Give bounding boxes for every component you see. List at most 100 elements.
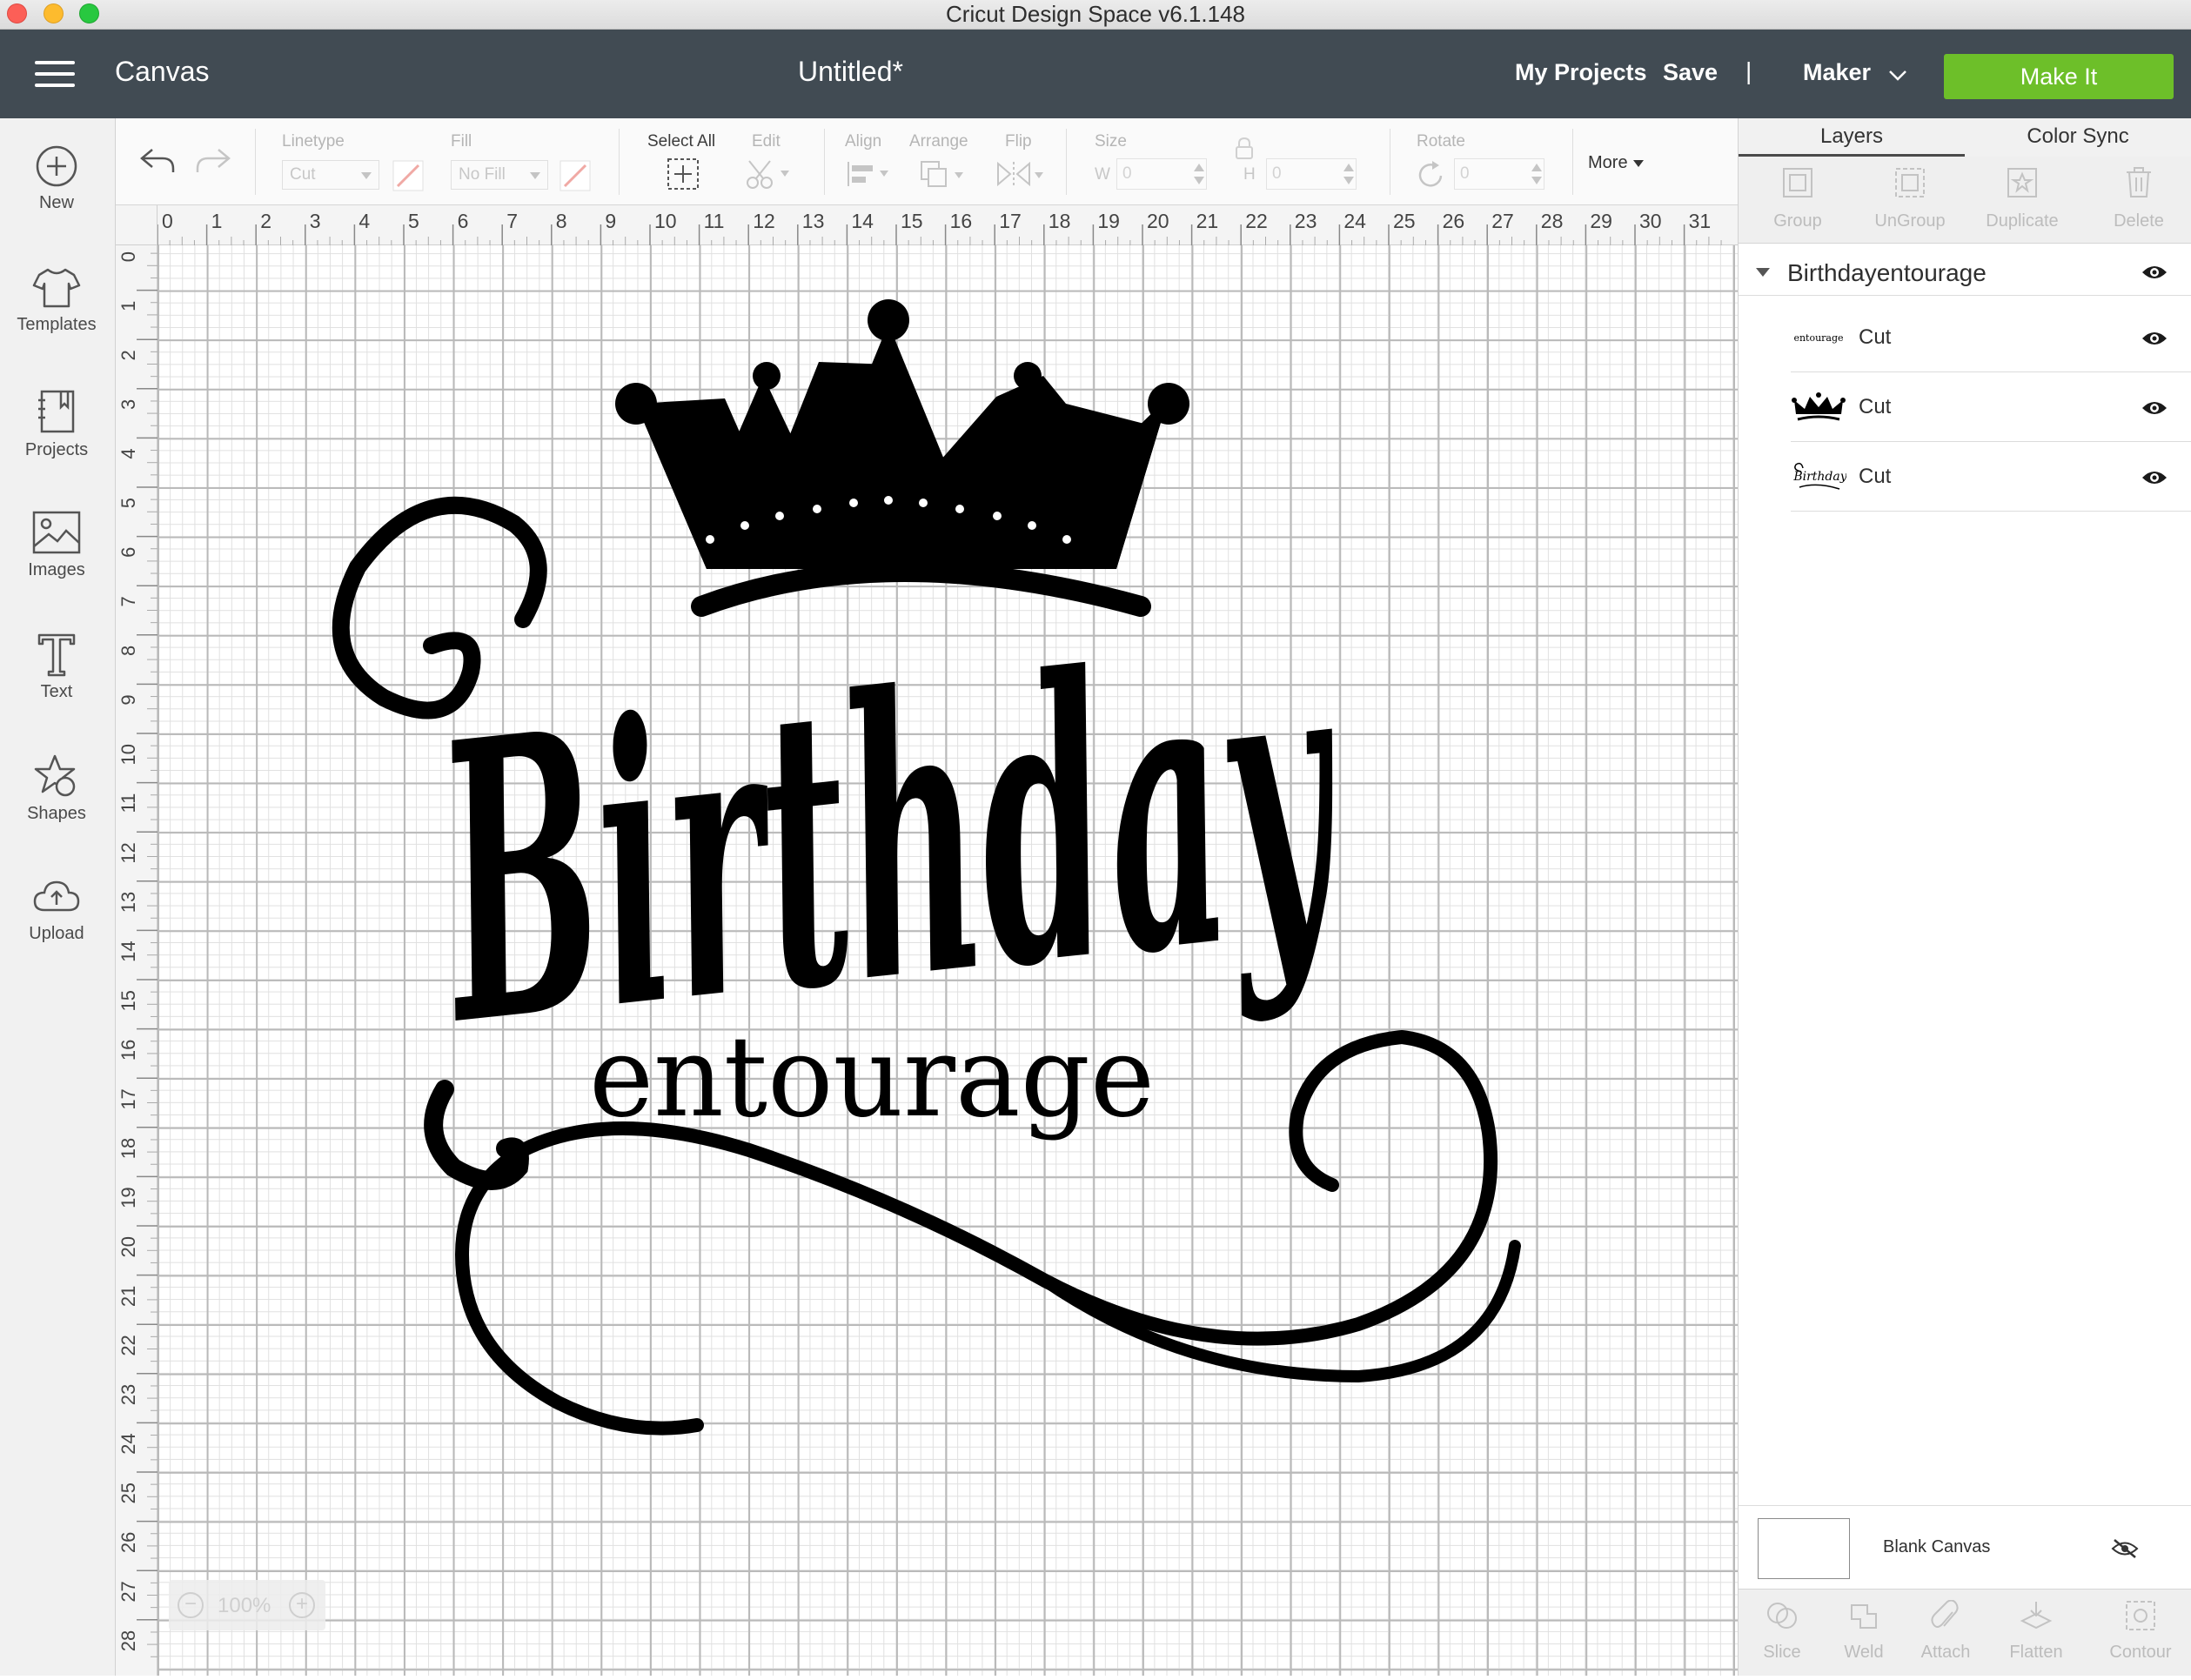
tab-layers[interactable]: Layers	[1739, 118, 1965, 157]
ruler-label: 4	[358, 210, 370, 232]
eye-icon[interactable]	[2141, 398, 2168, 418]
flatten-label: Flatten	[2009, 1643, 2063, 1662]
contour-button[interactable]: Contour	[2097, 1600, 2184, 1663]
zoom-in-button[interactable]: +	[289, 1592, 315, 1618]
ruler-label: 18	[117, 1138, 139, 1159]
ruler-label: 22	[1245, 210, 1268, 232]
redo-icon[interactable]	[194, 144, 232, 176]
ruler-label: 1	[117, 301, 139, 311]
ruler-label: 16	[950, 210, 973, 232]
linetype-select[interactable]: Cut	[282, 160, 379, 190]
eye-hidden-icon[interactable]	[2111, 1537, 2139, 1560]
zoom-control: − 100% +	[169, 1580, 325, 1630]
duplicate-button[interactable]: Duplicate	[1970, 165, 2074, 231]
design-canvas[interactable]: Birthday entourage	[157, 245, 1738, 1676]
size-label: Size	[1095, 132, 1127, 151]
app-header: Canvas Untitled* My Projects Save | Make…	[0, 30, 2191, 118]
sidebar-item-new[interactable]: New	[0, 144, 113, 258]
ruler-label: 13	[802, 210, 825, 232]
bottom-layer-actions: Slice Weld Attach Flatten Contour	[1739, 1589, 2191, 1676]
duplicate-icon	[2007, 168, 2037, 197]
layer-group-name: Birthdayentourage	[1787, 259, 1987, 286]
weld-icon	[1851, 1604, 1877, 1629]
horizontal-ruler: 0 1 2 3 4 5 6 7 8 9 10 11 12 13 14 15 16 17 18 19 20 21 22 23 24…	[116, 205, 1738, 245]
ruler-label: 27	[117, 1581, 139, 1602]
plus-circle-icon	[36, 145, 77, 187]
machine-select[interactable]: Maker	[1803, 59, 1871, 86]
layer-group-row[interactable]: Birthdayentourage	[1739, 247, 2191, 296]
layer-thumbnail-text: entourage	[1793, 332, 1843, 344]
ruler-label: 5	[408, 210, 419, 232]
edit-label: Edit	[752, 132, 781, 151]
edit-toolbar: Linetype Cut Fill No Fill Select All Edi…	[116, 118, 1738, 205]
sidebar-item-label: Images	[28, 560, 85, 579]
ungroup-label: UnGroup	[1874, 211, 1946, 231]
make-it-button[interactable]: Make It	[1944, 54, 2174, 99]
sidebar-item-templates[interactable]: Templates	[0, 266, 113, 379]
vertical-ruler: 0 1 2 3 4 5 6 7 8 9 10 11 12 13 14 15 16 17 18 19 20 21 22 23 24…	[116, 240, 157, 1676]
paperclip-icon	[1931, 1599, 1959, 1628]
select-all-icon[interactable]	[666, 157, 700, 191]
align-icon[interactable]	[845, 158, 894, 190]
weld-button[interactable]: Weld	[1820, 1600, 1907, 1663]
ungroup-button[interactable]: UnGroup	[1858, 165, 1962, 231]
ruler-label: 3	[310, 210, 321, 232]
image-icon	[32, 511, 81, 554]
undo-icon[interactable]	[138, 144, 177, 176]
attach-button[interactable]: Attach	[1902, 1599, 1989, 1663]
arrange-icon[interactable]	[918, 158, 970, 191]
group-button[interactable]: Group	[1745, 165, 1850, 231]
height-stepper-icon[interactable]	[1343, 162, 1355, 186]
eye-icon[interactable]	[2141, 329, 2168, 348]
flatten-button[interactable]: Flatten	[1993, 1600, 2080, 1663]
ruler-label: 20	[1147, 210, 1169, 232]
ruler-corner	[116, 205, 157, 245]
rotate-icon[interactable]	[1417, 160, 1446, 190]
fill-color-swatch-icon[interactable]	[559, 160, 591, 191]
delete-button[interactable]: Delete	[2087, 165, 2191, 231]
layer-row[interactable]: entourage Cut	[1791, 303, 2191, 372]
flip-icon[interactable]	[995, 158, 1047, 191]
vertical-ruler-ticks: 0123456789101112131415161718192021222324…	[117, 240, 157, 1657]
ruler-label: 6	[117, 547, 139, 558]
eye-icon[interactable]	[2141, 468, 2168, 487]
blank-canvas-row: Blank Canvas	[1739, 1505, 2191, 1589]
lock-icon[interactable]	[1233, 136, 1256, 160]
tab-color-sync[interactable]: Color Sync	[1965, 118, 2191, 157]
eye-icon[interactable]	[2141, 263, 2168, 282]
save-button[interactable]: Save	[1663, 59, 1718, 86]
zoom-out-button[interactable]: −	[178, 1592, 204, 1618]
sidebar-item-images[interactable]: Images	[0, 510, 113, 623]
edit-scissors-icon[interactable]	[744, 157, 793, 191]
width-stepper-icon[interactable]	[1193, 162, 1205, 186]
ruler-label: 24	[117, 1433, 139, 1454]
menu-icon[interactable]	[35, 61, 75, 89]
project-name[interactable]: Untitled*	[783, 56, 918, 88]
linetype-color-swatch-icon[interactable]	[392, 160, 424, 191]
fill-label: Fill	[451, 132, 472, 151]
layer-operation: Cut	[1859, 325, 1892, 349]
delete-label: Delete	[2114, 211, 2164, 231]
blank-canvas-label: Blank Canvas	[1883, 1537, 1991, 1556]
arrange-label: Arrange	[909, 132, 968, 151]
sidebar-item-text[interactable]: Text	[0, 632, 113, 745]
sidebar-item-projects[interactable]: Projects	[0, 388, 113, 501]
rotate-stepper-icon[interactable]	[1531, 162, 1543, 186]
entourage-text-shape[interactable]: entourage	[589, 1013, 1155, 1142]
layer-row[interactable]: Cut	[1791, 372, 2191, 442]
ruler-label: 10	[117, 744, 139, 765]
sidebar-item-shapes[interactable]: Shapes	[0, 753, 113, 867]
more-button[interactable]: More	[1588, 153, 1645, 173]
fill-select[interactable]: No Fill	[451, 160, 548, 190]
collapse-caret-icon[interactable]	[1756, 268, 1770, 277]
sidebar-item-upload[interactable]: Upload	[0, 875, 113, 988]
ruler-label: 15	[901, 210, 923, 232]
ruler-label: 12	[117, 842, 139, 863]
crown-shape[interactable]	[615, 299, 1189, 617]
slice-button[interactable]: Slice	[1739, 1600, 1826, 1663]
chevron-down-icon[interactable]	[1888, 66, 1907, 85]
layer-row[interactable]: Birthday Cut	[1791, 442, 2191, 512]
my-projects-link[interactable]: My Projects	[1515, 59, 1647, 86]
design-artwork[interactable]: Birthday entourage	[157, 245, 1738, 1676]
blank-canvas-swatch[interactable]	[1758, 1518, 1850, 1579]
